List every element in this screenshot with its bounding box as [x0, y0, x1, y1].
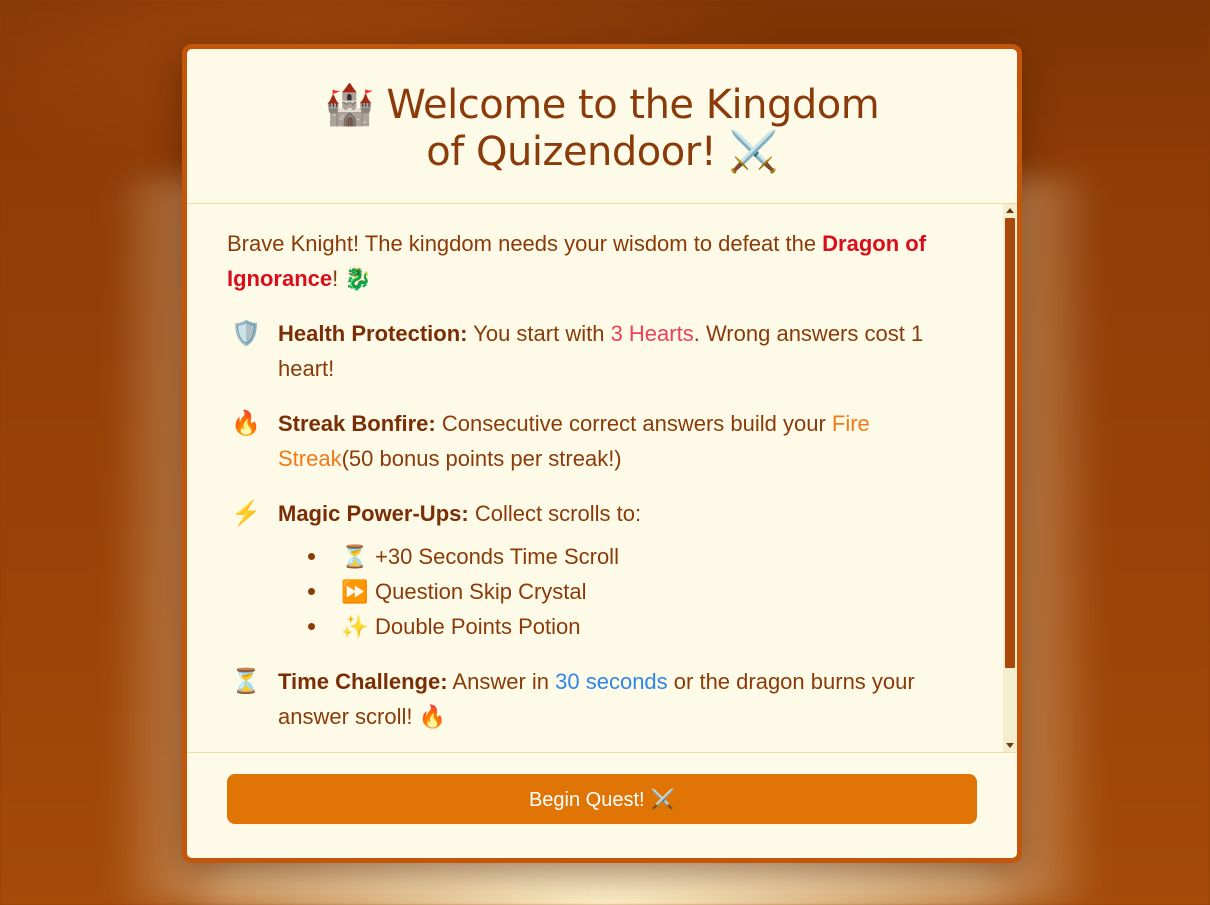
list-item: ⏳ +30 Seconds Time Scroll — [278, 539, 947, 574]
intro-text-before: Brave Knight! The kingdom needs your wis… — [227, 231, 823, 256]
rule-powerups: ⚡ Magic Power-Ups: Collect scrolls to: ⏳… — [227, 496, 947, 644]
rule-powerups-text: Magic Power-Ups: Collect scrolls to: ⏳ +3… — [278, 496, 947, 644]
welcome-modal: 🏰 Welcome to the Kingdom of Quizendoor! … — [182, 44, 1022, 863]
shield-icon: 🛡️ — [231, 320, 261, 347]
rule-streak: 🔥 Streak Bonfire: Consecutive correct an… — [227, 406, 947, 476]
fast-forward-icon: ⏩ — [341, 579, 369, 604]
rule-powerups-text-before: Collect scrolls to: — [468, 501, 642, 526]
rule-time-text: Time Challenge: Answer in 30 seconds or … — [278, 664, 947, 734]
powerup-label: Question Skip Crystal — [375, 579, 587, 604]
hearts-count: 3 Hearts — [610, 321, 694, 346]
rule-streak-title: Streak Bonfire: — [278, 411, 436, 436]
rule-health-text-before: You start with — [467, 321, 611, 346]
list-item: ✨ Double Points Potion — [278, 609, 947, 644]
rule-time-text-before: Answer in — [447, 669, 556, 694]
lightning-icon: ⚡ — [231, 500, 261, 527]
time-limit: 30 seconds — [555, 669, 668, 694]
rule-powerups-title: Magic Power-Ups: — [278, 501, 469, 526]
scroll-down-arrow-icon[interactable] — [1006, 743, 1014, 748]
rule-time: ⏳ Time Challenge: Answer in 30 seconds o… — [227, 664, 947, 734]
modal-scrollbar[interactable] — [1003, 204, 1017, 752]
rule-streak-text-after: (50 bonus points per streak!) — [341, 446, 622, 471]
powerups-list: ⏳ +30 Seconds Time Scroll ⏩ Question Skip … — [278, 539, 947, 644]
sparkles-icon: ✨ — [341, 614, 369, 639]
scroll-thumb[interactable] — [1005, 218, 1015, 668]
list-item: ⏩ Question Skip Crystal — [278, 574, 947, 609]
scroll-up-arrow-icon[interactable] — [1006, 208, 1014, 213]
powerup-label: Double Points Potion — [375, 614, 581, 639]
rule-health-title: Health Protection: — [278, 321, 468, 346]
rule-time-title: Time Challenge: — [278, 669, 448, 694]
rule-streak-text: Streak Bonfire: Consecutive correct answ… — [278, 406, 947, 476]
modal-body: Brave Knight! The kingdom needs your wis… — [187, 204, 1017, 752]
modal-footer: Begin Quest! ⚔️ — [187, 752, 1017, 858]
intro-text: Brave Knight! The kingdom needs your wis… — [227, 226, 947, 296]
begin-quest-button[interactable]: Begin Quest! ⚔️ — [227, 774, 977, 824]
modal-title: 🏰 Welcome to the Kingdom of Quizendoor! … — [324, 82, 880, 175]
hourglass-icon: ⏳ — [341, 544, 369, 569]
rule-health-text: Health Protection: You start with 3 Hear… — [278, 316, 947, 386]
rule-powerups-intro: Magic Power-Ups: Collect scrolls to: — [278, 496, 947, 531]
hourglass-icon: ⏳ — [231, 668, 261, 695]
rule-streak-text-before: Consecutive correct answers build your — [435, 411, 832, 436]
modal-header: 🏰 Welcome to the Kingdom of Quizendoor! … — [187, 49, 1017, 204]
fire-icon: 🔥 — [231, 410, 261, 437]
rule-health: 🛡️ Health Protection: You start with 3 H… — [227, 316, 947, 386]
powerup-label: +30 Seconds Time Scroll — [375, 544, 619, 569]
intro-text-after: ! 🐉 — [332, 266, 372, 291]
